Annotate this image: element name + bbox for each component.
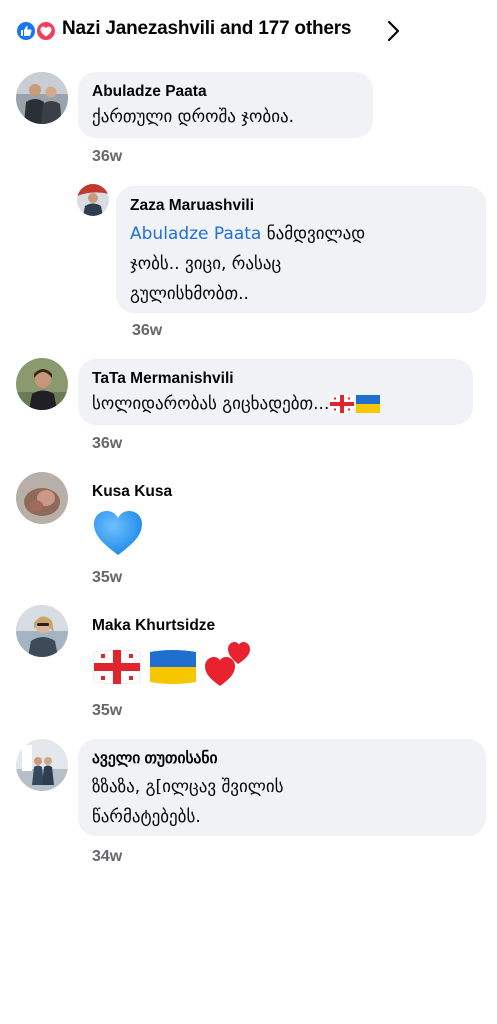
comment-text-line: გულისხმობთ.. — [130, 284, 249, 304]
comment-time[interactable]: 36w — [92, 435, 122, 453]
comment-text-line: სოლიდარობას გიცხადებთ... — [92, 394, 330, 414]
love-icon — [35, 20, 57, 42]
comment-content: Maka Khurtsidze — [92, 616, 256, 686]
avatar[interactable] — [16, 605, 68, 657]
comment-text: Abuladze Paata ნამდვილად ჯობს.. ვიცი, რა… — [130, 219, 472, 309]
like-icon — [15, 20, 37, 42]
comment-text-line: ნამდვილად — [261, 224, 366, 244]
comment-text-line: ზზაზა, გ[ილცავ შვილის — [92, 777, 284, 797]
comment-author[interactable]: Zaza Maruashvili — [130, 196, 472, 216]
comment-bubble[interactable]: აველი თუთისანი ზზაზა, გ[ილცავ შვილის წარ… — [78, 739, 486, 836]
comment-author[interactable]: Maka Khurtsidze — [92, 616, 256, 636]
blue-heart-icon — [94, 511, 142, 555]
avatar[interactable] — [16, 358, 68, 410]
ukraine-flag-icon — [356, 395, 381, 413]
avatar[interactable] — [16, 739, 68, 791]
georgia-flag-icon — [330, 395, 355, 413]
comment-time[interactable]: 36w — [132, 322, 162, 340]
comment-author[interactable]: TaTa Mermanishvili — [92, 369, 459, 389]
reactions-bar[interactable]: Nazi Janezashvili and 177 others — [0, 0, 497, 62]
comment-time[interactable]: 35w — [92, 702, 122, 720]
two-hearts-icon — [205, 642, 250, 686]
comment-text: ზზაზა, გ[ილცავ შვილის წარმატებებს. — [92, 772, 472, 832]
comment-text: ქართული დროშა ჯობია. — [92, 107, 295, 127]
comment-author[interactable]: აველი თუთისანი — [92, 749, 472, 769]
ukraine-flag-icon — [150, 650, 196, 684]
comment-bubble[interactable]: Zaza Maruashvili Abuladze Paata ნამდვილა… — [116, 186, 486, 313]
avatar[interactable] — [16, 72, 68, 124]
emoji-row — [92, 640, 256, 686]
mention-link[interactable]: Abuladze Paata — [130, 224, 261, 244]
comment-text-line: წარმატებებს. — [92, 807, 201, 827]
avatar[interactable] — [16, 472, 68, 524]
reaction-summary[interactable]: Nazi Janezashvili and 177 others — [62, 18, 351, 40]
comment-time[interactable]: 35w — [92, 569, 122, 587]
comment-text: სოლიდარობას გიცხადებთ... — [92, 392, 459, 416]
georgia-flag-icon — [93, 649, 141, 685]
avatar[interactable] — [77, 184, 109, 216]
comment-author[interactable]: Kusa Kusa — [92, 482, 172, 502]
comment-text-line: ჯობს.. ვიცი, რასაც — [130, 254, 282, 274]
comment-content: Kusa Kusa — [92, 482, 172, 561]
comment-bubble[interactable]: TaTa Mermanishvili სოლიდარობას გიცხადებთ… — [78, 359, 473, 425]
comment-time[interactable]: 36w — [92, 148, 122, 166]
comment-author[interactable]: Abuladze Paata — [92, 82, 359, 102]
comment-time[interactable]: 34w — [92, 848, 122, 866]
comment-bubble[interactable]: Abuladze Paata ქართული დროშა ჯობია. — [78, 72, 373, 138]
chevron-right-icon[interactable] — [384, 19, 402, 43]
